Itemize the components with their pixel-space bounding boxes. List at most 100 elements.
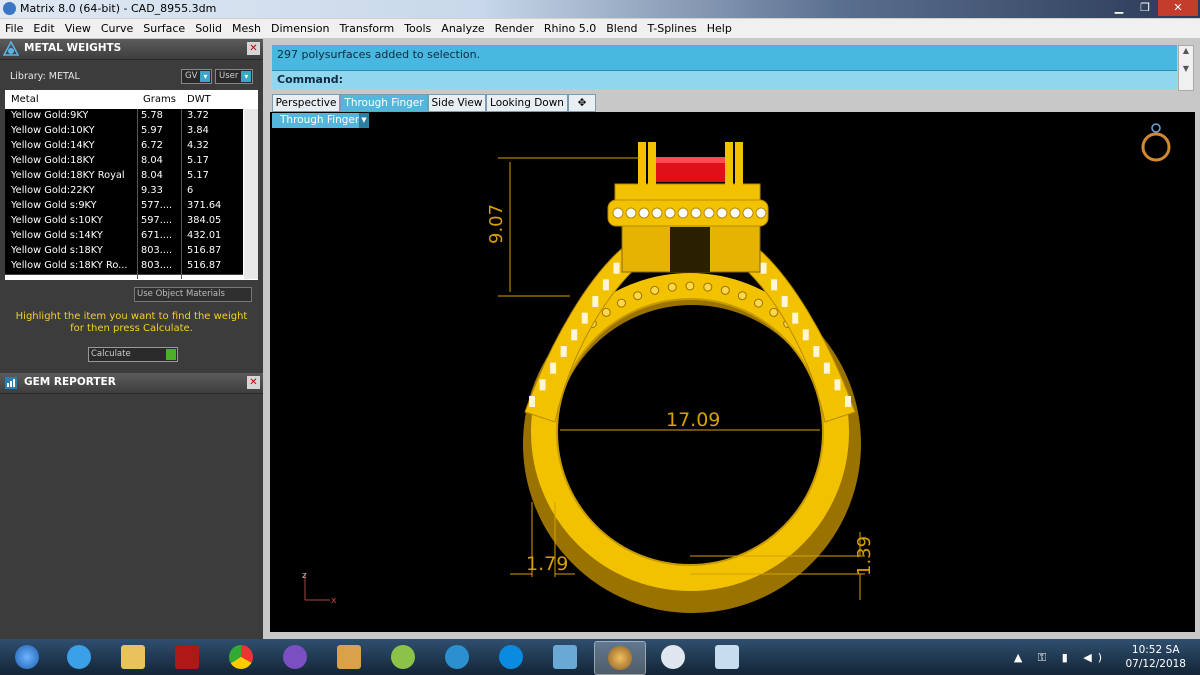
- calculate-hint: Highlight the item you want to find the …: [15, 311, 248, 334]
- table-row[interactable]: Yellow Gold s:18KY Ro... 803.... 516.87: [5, 259, 243, 275]
- column-dwt[interactable]: DWT: [187, 94, 211, 105]
- cell-dwt: 6: [187, 185, 194, 196]
- taskbar-zalo[interactable]: [486, 641, 536, 673]
- column-metal[interactable]: Metal: [11, 94, 39, 105]
- taskbar-v8[interactable]: [432, 641, 482, 673]
- column-grams[interactable]: Grams: [143, 94, 176, 105]
- cell-dwt: 432.01: [187, 230, 222, 241]
- table-row[interactable]: Yellow Gold s:18KY 803.... 516.87: [5, 244, 243, 260]
- table-row[interactable]: Yellow Gold s:10KY 597.... 384.05: [5, 214, 243, 230]
- menu-help[interactable]: Help: [702, 19, 737, 38]
- user-button[interactable]: User ▾: [215, 69, 254, 84]
- gem-reporter-header: GEM REPORTER ✕: [0, 373, 263, 394]
- window-title: Matrix 8.0 (64-bit) - CAD_8955.3dm: [20, 2, 217, 15]
- pave-stone: [592, 296, 599, 307]
- table-scrollbar[interactable]: [244, 109, 258, 279]
- menu-analyze[interactable]: Analyze: [436, 19, 489, 38]
- table-row[interactable]: Yellow Gold:10KY 5.97 3.84: [5, 124, 243, 140]
- menu-transform[interactable]: Transform: [334, 19, 399, 38]
- minimize-button[interactable]: ▁: [1106, 0, 1132, 16]
- taskbar-media[interactable]: [324, 641, 374, 673]
- milgrain-bead: [754, 298, 764, 308]
- zalo-icon: [499, 645, 523, 669]
- menu-tsplines[interactable]: T-Splines: [643, 19, 702, 38]
- ring-preview-icon[interactable]: [1141, 123, 1171, 162]
- menu-rhino[interactable]: Rhino 5.0: [539, 19, 601, 38]
- taskbar-app-green[interactable]: [378, 641, 428, 673]
- milgrain-bead: [720, 285, 730, 295]
- milgrain-bead: [650, 285, 660, 295]
- shank-width-dimension: 1.79: [526, 553, 568, 575]
- gv-button[interactable]: GV ▾: [181, 69, 213, 84]
- viewport-label[interactable]: Through Finger ▼: [272, 113, 369, 128]
- menu-render[interactable]: Render: [490, 19, 539, 38]
- taskbar-app-blue[interactable]: [540, 641, 590, 673]
- cell-metal: Yellow Gold s:9KY: [11, 200, 97, 211]
- menu-dimension[interactable]: Dimension: [266, 19, 334, 38]
- menu-bar: File Edit View Curve Surface Solid Mesh Dimensi…: [0, 19, 1200, 39]
- menu-surface[interactable]: Surface: [138, 19, 190, 38]
- close-icon[interactable]: ✕: [247, 42, 260, 55]
- command-line[interactable]: Command:: [272, 70, 1177, 89]
- menu-curve[interactable]: Curve: [96, 19, 138, 38]
- taskbar-app-red[interactable]: [162, 641, 212, 673]
- column-divider: [181, 109, 182, 279]
- cell-grams: 577....: [141, 200, 173, 211]
- tab-through-finger[interactable]: Through Finger: [340, 94, 428, 112]
- menu-edit[interactable]: Edit: [28, 19, 59, 38]
- menu-blend[interactable]: Blend: [601, 19, 642, 38]
- table-row[interactable]: Yellow Gold:22KY 9.33 6: [5, 184, 243, 200]
- maximize-button[interactable]: ❐: [1132, 0, 1158, 16]
- table-row[interactable]: Yellow Gold:14KY 6.72 4.32: [5, 139, 243, 155]
- taskbar-matrix[interactable]: [594, 641, 646, 675]
- cell-metal: Yellow Gold:14KY: [11, 140, 95, 151]
- cell-grams: 8.04: [141, 170, 163, 181]
- taskbar-app-doc[interactable]: [702, 641, 752, 673]
- system-tray[interactable]: ▲ ⚿ ▮ ◀): [1014, 651, 1108, 665]
- taskbar-explorer[interactable]: [108, 641, 158, 673]
- cell-grams: 6.72: [141, 140, 163, 151]
- cell-grams: 597....: [141, 215, 173, 226]
- menu-file[interactable]: File: [0, 19, 28, 38]
- cell-metal: Yellow Gold s:18KY Ro...: [11, 260, 128, 271]
- windows-icon: [15, 645, 39, 669]
- pave-stone: [792, 312, 799, 324]
- app-icon: [715, 645, 739, 669]
- ie-icon: [67, 645, 91, 669]
- menu-view[interactable]: View: [60, 19, 96, 38]
- table-row[interactable]: Yellow Gold:18KY 8.04 5.17: [5, 154, 243, 170]
- tab-perspective[interactable]: Perspective: [272, 94, 340, 112]
- milgrain-bead: [769, 307, 779, 317]
- command-scrollbar[interactable]: ▲ ▼: [1178, 45, 1194, 91]
- menu-mesh[interactable]: Mesh: [227, 19, 266, 38]
- table-row[interactable]: Yellow Gold:9KY 5.78 3.72: [5, 109, 243, 125]
- cell-grams: 9.33: [141, 185, 163, 196]
- add-tab-button[interactable]: ✥: [568, 94, 596, 112]
- milgrain-bead: [601, 307, 611, 317]
- table-row[interactable]: Yellow Gold s:9KY 577.... 371.64: [5, 199, 243, 215]
- ring-render: 9.07 17.09 1.79 1.39 z x: [302, 123, 1171, 613]
- pave-stone: [613, 262, 620, 274]
- clock[interactable]: 10:52 SA 07/12/2018: [1125, 643, 1186, 671]
- taskbar-chrome[interactable]: [216, 641, 266, 673]
- table-row[interactable]: Yellow Gold s:14KY 671.... 432.01: [5, 229, 243, 245]
- menu-tools[interactable]: Tools: [399, 19, 436, 38]
- calculate-button[interactable]: Calculate: [88, 347, 178, 362]
- viewport[interactable]: 9.07 17.09 1.79 1.39 z x: [270, 112, 1195, 632]
- tab-looking-down[interactable]: Looking Down: [486, 94, 568, 112]
- tab-side-view[interactable]: Side View: [428, 94, 486, 112]
- table-row[interactable]: Yellow Gold:18KY Royal 8.04 5.17: [5, 169, 243, 185]
- halo-stone: [703, 207, 715, 219]
- taskbar-paint[interactable]: [648, 641, 698, 673]
- use-object-materials-button[interactable]: Use Object Materials: [134, 287, 252, 302]
- cell-metal: Yellow Gold:10KY: [11, 125, 95, 136]
- command-panel: 297 polysurfaces added to selection. Com…: [272, 45, 1177, 89]
- height-dimension: 9.07: [486, 204, 507, 244]
- start-button[interactable]: [2, 641, 52, 673]
- taskbar-viber[interactable]: [270, 641, 320, 673]
- close-button[interactable]: ✕: [1158, 0, 1198, 16]
- menu-solid[interactable]: Solid: [190, 19, 227, 38]
- taskbar-ie[interactable]: [54, 641, 104, 673]
- close-icon[interactable]: ✕: [247, 376, 260, 389]
- pave-stone: [602, 279, 609, 291]
